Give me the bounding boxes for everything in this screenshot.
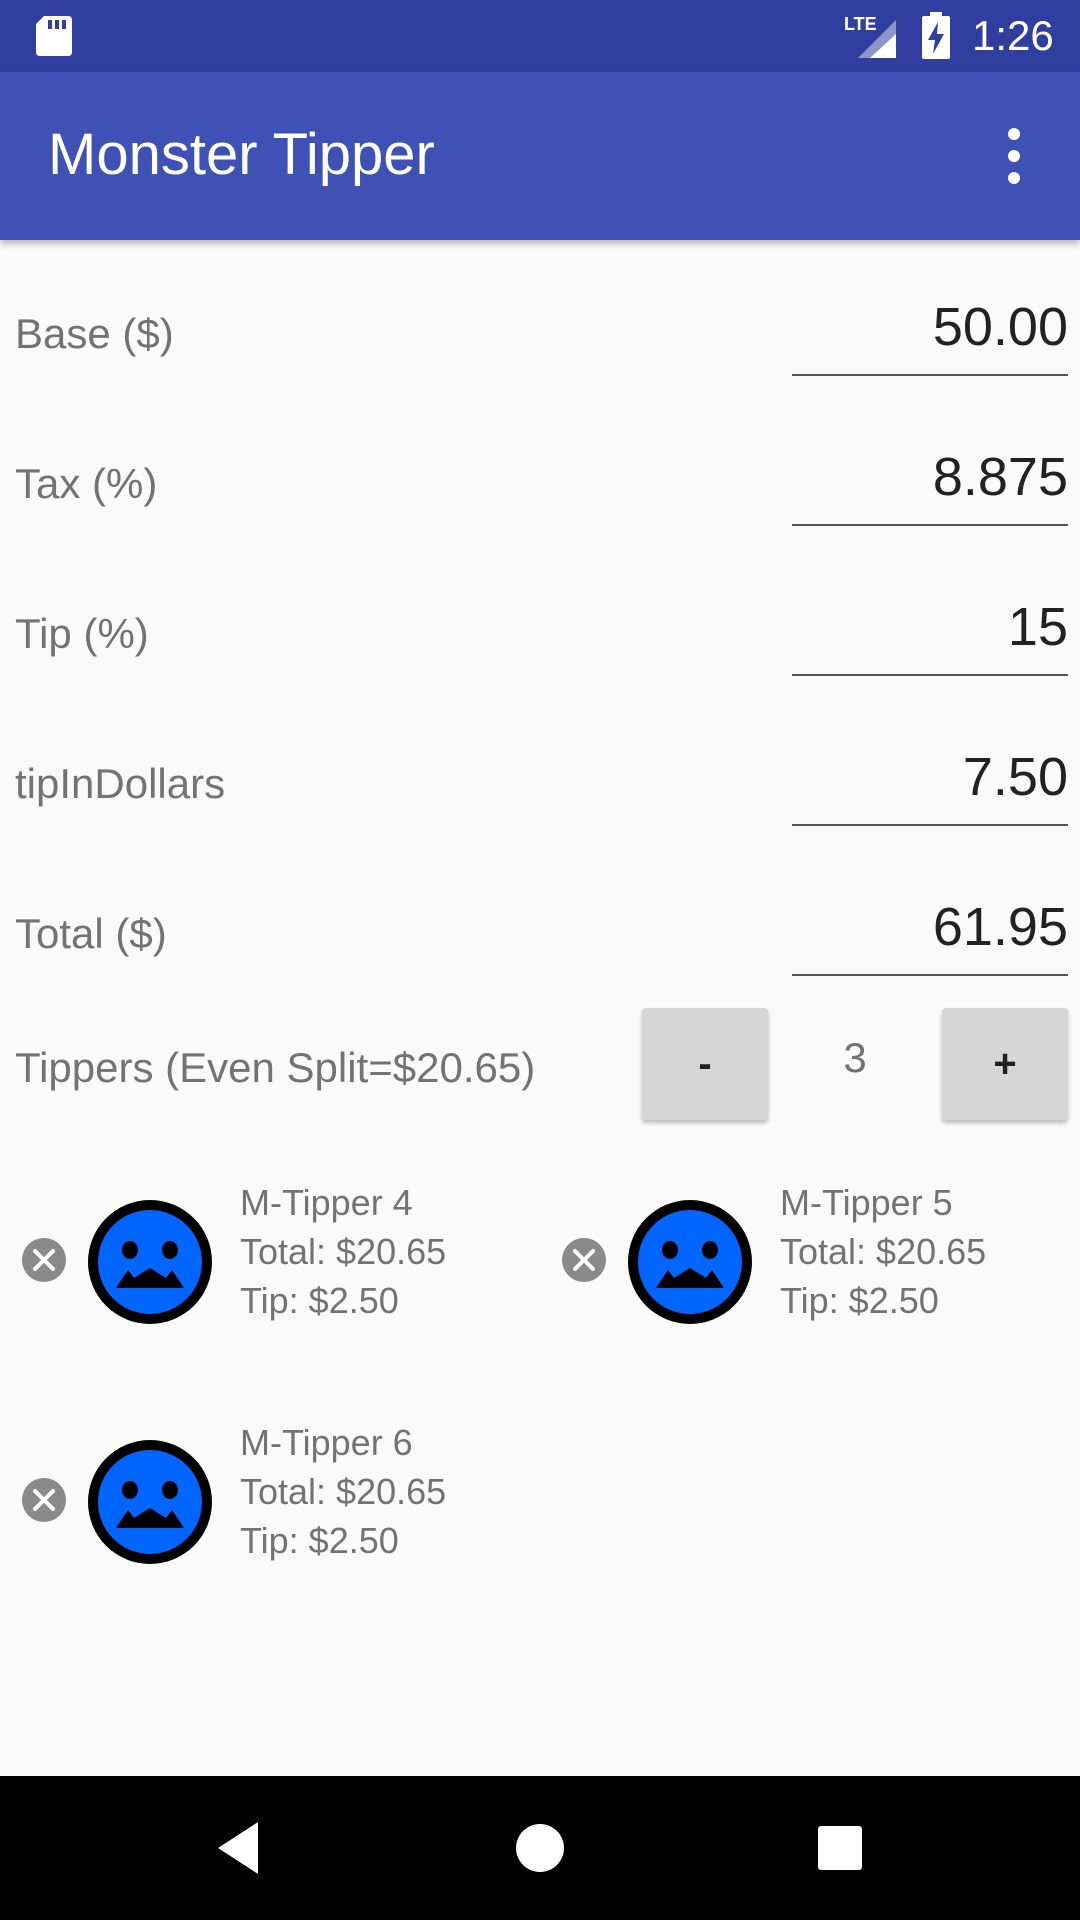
sd-card-icon [36, 16, 72, 56]
monster-face-icon [628, 1200, 752, 1324]
tipper-tip: Tip: $2.50 [240, 1520, 399, 1561]
back-icon[interactable] [206, 1812, 278, 1884]
tipper-tip: Tip: $2.50 [780, 1280, 939, 1321]
tip-row: Tip (%) 15 [0, 570, 1080, 720]
remove-tipper-icon[interactable] [20, 1236, 68, 1284]
tipper-tip: Tip: $2.50 [240, 1280, 399, 1321]
tipper-name: M-Tipper 6 [240, 1422, 413, 1463]
base-label: Base ($) [15, 310, 174, 357]
app-title: Monster Tipper [48, 122, 435, 187]
tip-dollars-input[interactable]: 7.50 [792, 732, 1068, 826]
decrement-tippers-button[interactable]: - [642, 1008, 768, 1120]
tip-label: Tip (%) [15, 610, 149, 657]
total-label: Total ($) [15, 910, 167, 957]
tipper-total: Total: $20.65 [240, 1231, 447, 1272]
tipper-card[interactable]: M-Tipper 5 Total: $20.65 Tip: $2.50 [540, 1178, 1060, 1348]
tipper-total: Total: $20.65 [240, 1471, 447, 1512]
tip-dollars-label: tipInDollars [15, 760, 226, 807]
tippers-row: Tippers (Even Split=$20.65) - 3 + [0, 990, 1080, 1140]
tipper-total: Total: $20.65 [780, 1231, 987, 1272]
tippers-count: 3 [843, 1034, 867, 1081]
app-bar: Monster Tipper [0, 72, 1080, 240]
recents-icon[interactable] [804, 1812, 876, 1884]
tipper-info: M-Tipper 4 Total: $20.65 Tip: $2.50 [240, 1178, 446, 1325]
monster-face-icon [88, 1440, 212, 1564]
svg-text:LTE: LTE [844, 14, 877, 34]
tip-dollars-row: tipInDollars 7.50 [0, 720, 1080, 870]
tipper-card[interactable]: M-Tipper 6 Total: $20.65 Tip: $2.50 [0, 1418, 520, 1588]
tax-input[interactable]: 8.875 [792, 432, 1068, 526]
tipper-card[interactable]: M-Tipper 4 Total: $20.65 Tip: $2.50 [0, 1178, 520, 1348]
tip-input[interactable]: 15 [792, 582, 1068, 676]
lte-signal-icon: LTE [844, 14, 896, 58]
tax-label: Tax (%) [15, 460, 158, 507]
status-bar: LTE 1:26 [0, 0, 1080, 72]
tipper-name: M-Tipper 5 [780, 1182, 953, 1223]
base-input[interactable]: 50.00 [792, 282, 1068, 376]
home-icon[interactable] [504, 1812, 576, 1884]
total-input[interactable]: 61.95 [792, 882, 1068, 976]
remove-tipper-icon[interactable] [20, 1476, 68, 1524]
monster-face-icon [88, 1200, 212, 1324]
navigation-bar [0, 1776, 1080, 1920]
status-time: 1:26 [972, 12, 1054, 59]
battery-charging-icon [922, 12, 950, 59]
tipper-info: M-Tipper 6 Total: $20.65 Tip: $2.50 [240, 1418, 446, 1565]
tipper-name: M-Tipper 4 [240, 1182, 413, 1223]
base-row: Base ($) 50.00 [0, 270, 1080, 420]
increment-tippers-button[interactable]: + [942, 1008, 1068, 1120]
tax-row: Tax (%) 8.875 [0, 420, 1080, 570]
remove-tipper-icon[interactable] [560, 1236, 608, 1284]
more-vert-icon[interactable] [994, 126, 1034, 186]
tipper-info: M-Tipper 5 Total: $20.65 Tip: $2.50 [780, 1178, 986, 1325]
tippers-label: Tippers (Even Split=$20.65) [15, 1044, 536, 1091]
